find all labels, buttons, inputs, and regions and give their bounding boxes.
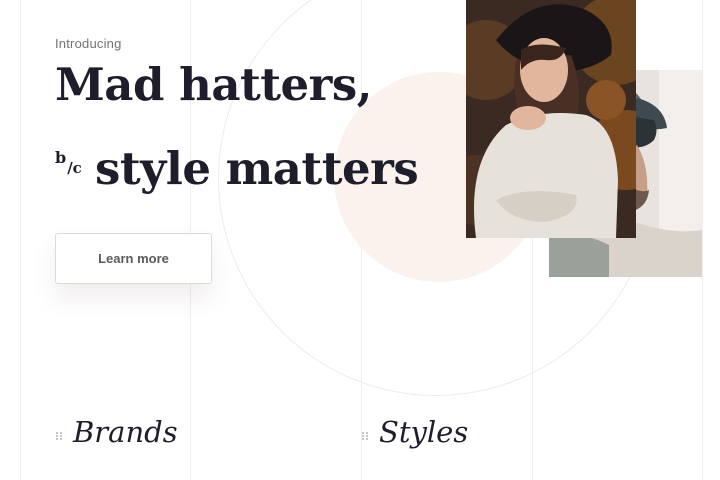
section-styles: Styles: [361, 418, 468, 447]
learn-more-button[interactable]: Learn more: [55, 233, 212, 284]
headline-line-1: Mad hatters,: [55, 58, 372, 111]
grid-line: [702, 0, 703, 480]
bc-top: b: [55, 148, 67, 167]
bc-bottom: /c: [67, 159, 82, 177]
drag-dots-icon: [361, 428, 369, 440]
bc-abbreviation: b/c: [55, 148, 82, 176]
eyebrow-introducing: Introducing: [55, 36, 122, 51]
section-brands: Brands: [55, 418, 178, 447]
woman-in-hat-photo: [466, 0, 636, 238]
headline-line-2: style matters: [95, 142, 419, 195]
section-title-styles: Styles: [379, 415, 469, 449]
grid-line: [20, 0, 21, 480]
drag-dots-icon: [55, 428, 63, 440]
section-title-brands: Brands: [73, 415, 178, 449]
